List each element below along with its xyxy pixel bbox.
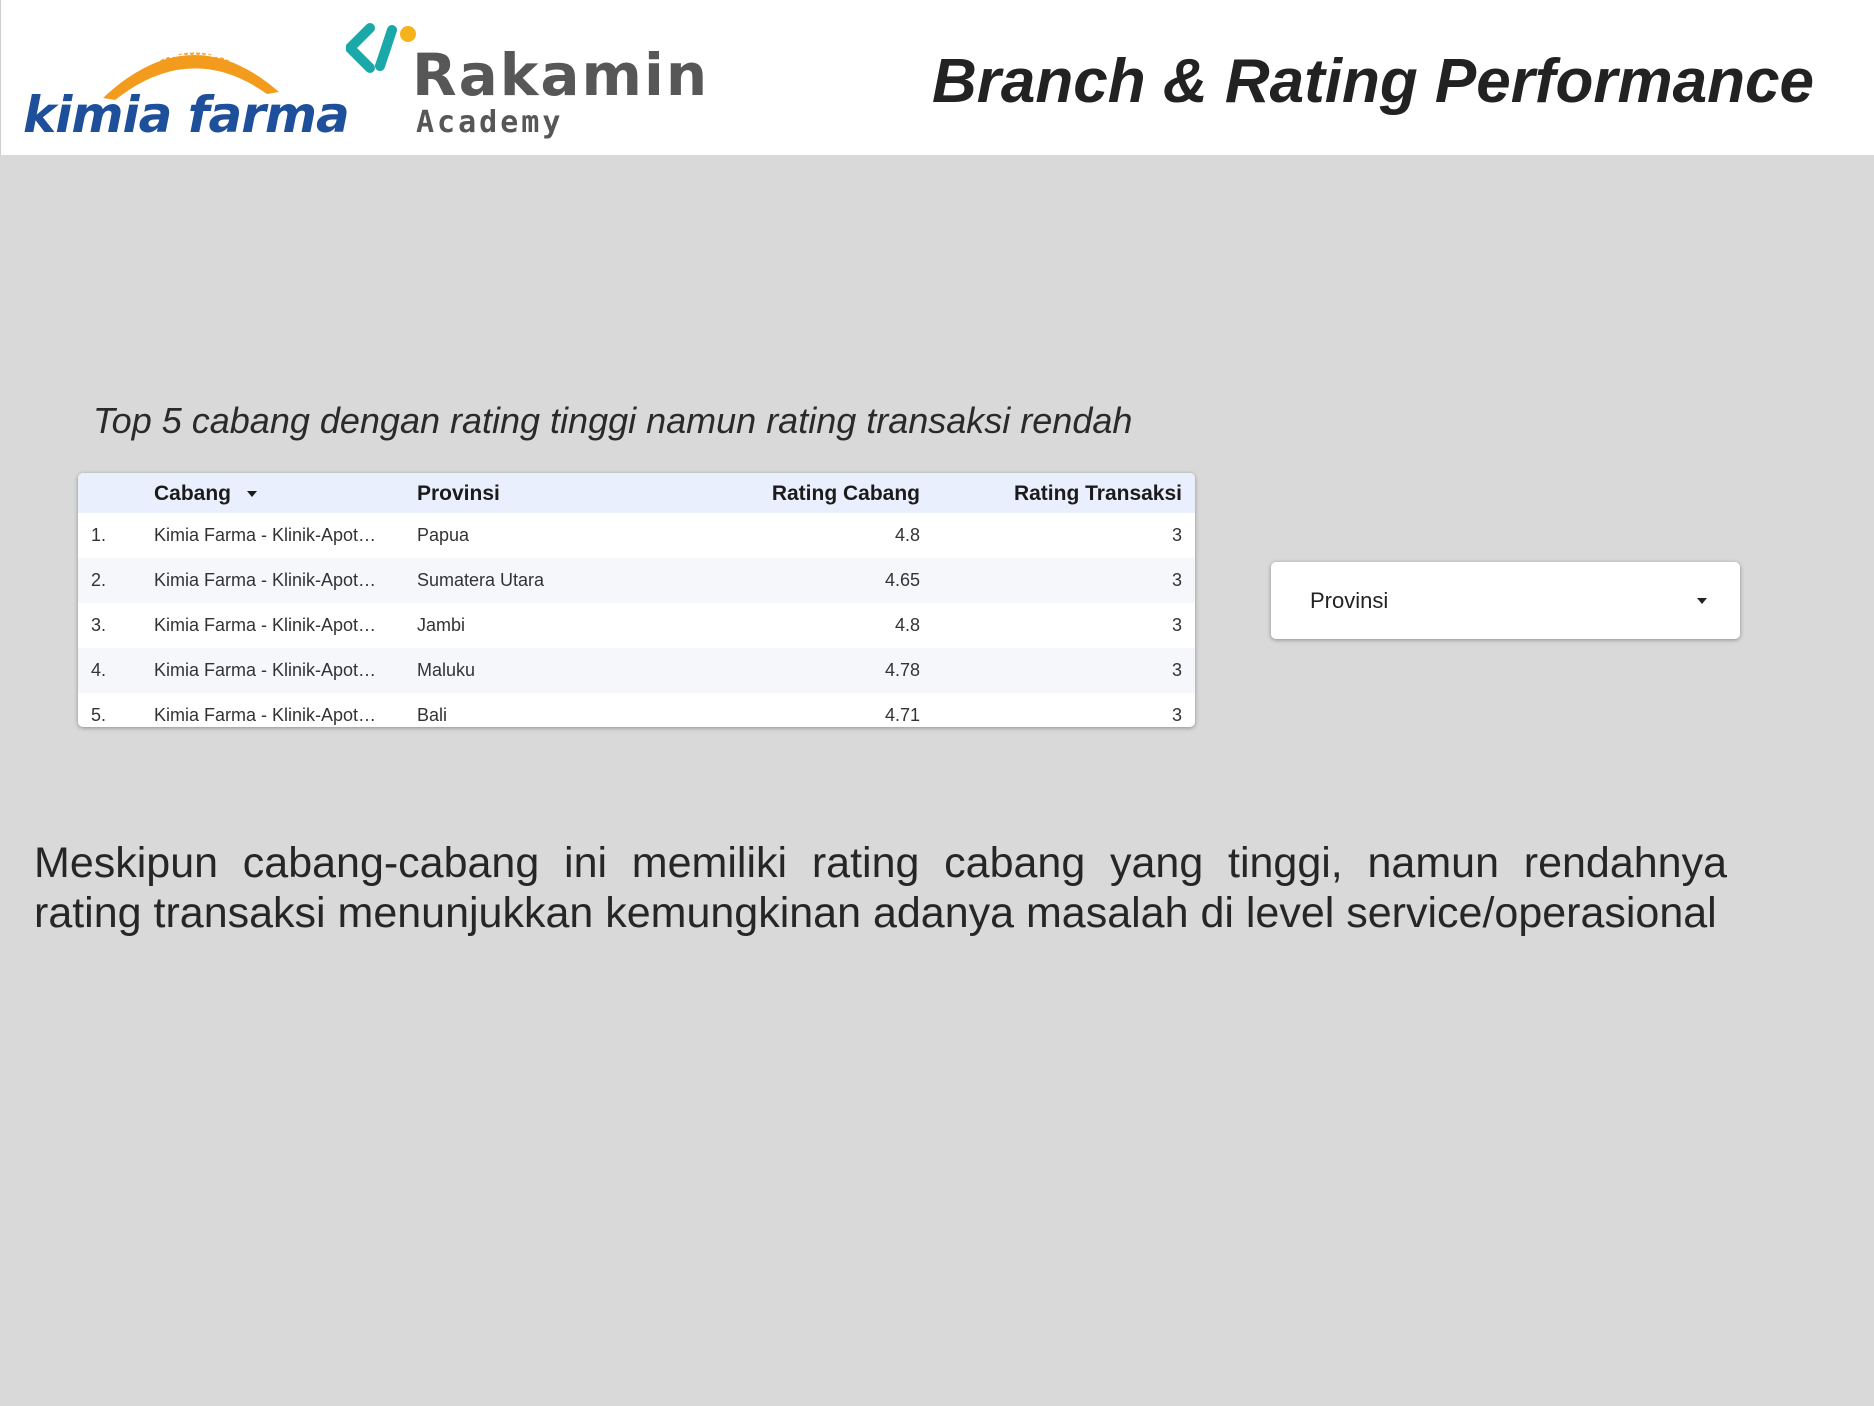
cell-rating-cabang: 4.71 [884,705,920,725]
cell-rating-transaksi: 3 [1171,525,1182,545]
cell-cabang: Kimia Farma - Klinik-Apot… [154,660,377,680]
column-header-provinsi[interactable]: Provinsi [417,482,500,506]
cell-rating-transaksi: 3 [1171,570,1182,590]
insight-text: Meskipun cabang-cabang ini memiliki rati… [34,839,1727,937]
row-number: 2. [91,570,107,590]
cell-rating-cabang: 4.65 [884,570,920,590]
row-number: 1. [91,525,107,545]
dropdown-label: Provinsi [1310,588,1389,613]
cell-cabang: Kimia Farma - Klinik-Apot… [154,570,377,590]
cell-provinsi: Jambi [417,615,466,635]
rakamin-academy-label: Academy [416,105,564,140]
column-header-rating-transaksi[interactable]: Rating Transaksi [1014,482,1182,506]
table-row: 1. Kimia Farma - Klinik-Apot… Papua 4.8 … [78,513,1195,558]
cell-rating-transaksi: 3 [1171,705,1182,725]
rakamin-wordmark: Rakamin [412,41,710,109]
column-header-rating-cabang[interactable]: Rating Cabang [772,482,920,506]
cell-rating-cabang: 4.78 [884,660,920,680]
column-header-cabang[interactable]: Cabang [154,482,257,506]
cell-cabang: Kimia Farma - Klinik-Apot… [154,525,377,545]
table-title: Top 5 cabang dengan rating tinggi namun … [93,400,1133,441]
cell-provinsi: Sumatera Utara [417,570,545,590]
kimia-farma-logo: kimia farma [21,20,350,144]
table-row: 5. Kimia Farma - Klinik-Apot… Bali 4.71 … [78,693,1195,727]
rakamin-logo: Rakamin Academy [346,22,707,142]
table-row: 3. Kimia Farma - Klinik-Apot… Jambi 4.8 … [78,603,1195,648]
header: kimia farma Rakamin Academy Branch & Rat… [0,0,1874,155]
cell-cabang: Kimia Farma - Klinik-Apot… [154,705,377,725]
column-header-label: Cabang [154,482,232,505]
cell-provinsi: Maluku [417,660,476,680]
table-row: 4. Kimia Farma - Klinik-Apot… Maluku 4.7… [78,648,1195,693]
row-number: 4. [91,660,107,680]
cell-rating-transaksi: 3 [1171,660,1182,680]
cell-rating-transaksi: 3 [1171,615,1182,635]
kimia-farma-wordmark: kimia farma [23,86,350,144]
branch-rating-table: Cabang Provinsi Rating Cabang Rating Tra… [78,473,1195,727]
row-number: 3. [91,615,107,635]
cell-rating-cabang: 4.8 [894,525,920,545]
table-row: 2. Kimia Farma - Klinik-Apot… Sumatera U… [78,558,1195,603]
cell-rating-cabang: 4.8 [894,615,920,635]
cell-cabang: Kimia Farma - Klinik-Apot… [154,615,377,635]
caret-down-icon[interactable] [246,491,257,498]
provinsi-filter-dropdown[interactable]: Provinsi [1271,562,1740,639]
cell-provinsi: Papua [417,525,470,545]
table-header: Cabang Provinsi Rating Cabang Rating Tra… [78,473,1195,513]
cell-provinsi: Bali [417,705,448,725]
caret-down-icon [1697,598,1707,604]
page-title: Branch & Rating Performance [932,47,1814,116]
row-number: 5. [91,705,107,725]
